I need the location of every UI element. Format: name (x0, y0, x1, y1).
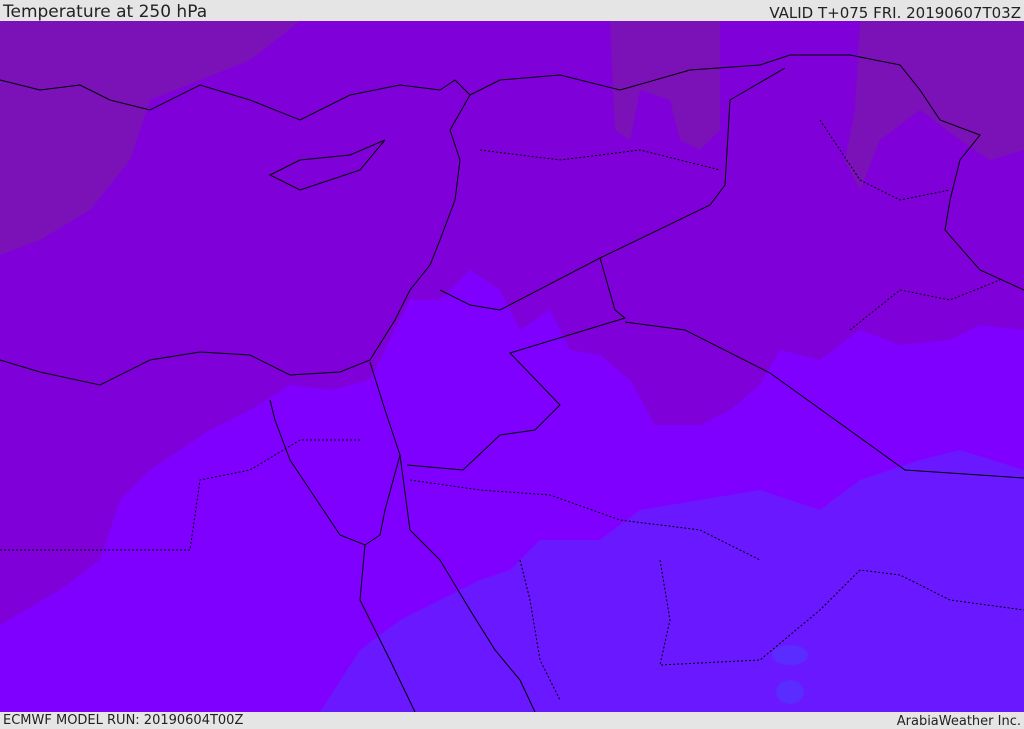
valid-time: VALID T+075 FRI. 20190607T03Z (769, 4, 1021, 22)
map-title: Temperature at 250 hPa (3, 2, 208, 22)
credit-label: ArabiaWeather Inc. (896, 714, 1021, 729)
header-bar: Temperature at 250 hPa VALID T+075 FRI. … (0, 0, 1024, 21)
temperature-map[interactable] (0, 21, 1024, 712)
model-run: ECMWF MODEL RUN: 20190604T00Z (3, 713, 244, 728)
map-band-warmest (772, 645, 808, 665)
map-band-warmest-2 (776, 680, 804, 704)
footer-bar: ECMWF MODEL RUN: 20190604T00Z ArabiaWeat… (0, 712, 1024, 729)
